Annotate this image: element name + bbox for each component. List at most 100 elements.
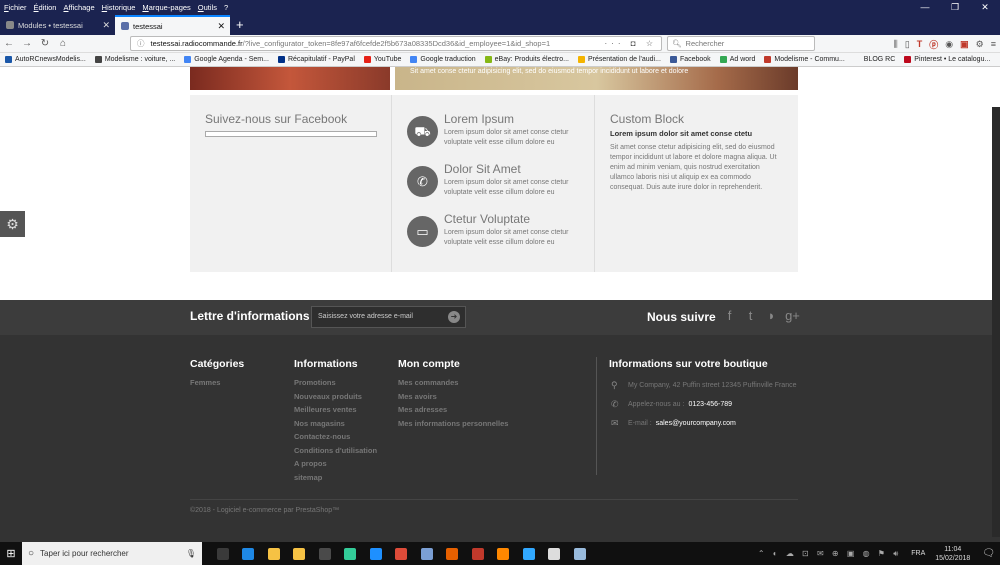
sidebar-icon[interactable]: ▯ (905, 39, 910, 50)
addon-icon[interactable]: ▣ (960, 39, 969, 50)
menu-item[interactable]: Édition (34, 3, 57, 12)
menu-icon[interactable]: ≡ (991, 39, 996, 49)
taskbar-app-icon[interactable] (236, 542, 262, 565)
rss-icon[interactable]: ◗ (761, 308, 782, 323)
newsletter-bar: Lettre d'informations Saisissez votre ad… (0, 300, 1000, 335)
bookmark-item[interactable]: YouTube (363, 56, 401, 63)
facebook-title: Suivez-nous sur Facebook (205, 112, 348, 126)
facebook-widget[interactable] (205, 131, 377, 137)
google-plus-icon[interactable]: g+ (782, 308, 803, 323)
language-indicator[interactable]: FRA (911, 550, 925, 557)
bookmark-item[interactable]: Facebook (669, 56, 711, 63)
bookmark-favicon-icon (904, 56, 912, 63)
taskbar-app-icon[interactable] (465, 542, 491, 565)
extension-t-icon[interactable]: T (917, 39, 923, 49)
footer-link[interactable]: Femmes (190, 376, 244, 390)
taskbar-app-icon[interactable] (440, 542, 466, 565)
microphone-icon[interactable]: 🎙︎ (186, 549, 196, 558)
newsletter-email-input[interactable]: Saisissez votre adresse e-mail ➜ (311, 306, 466, 328)
bookmark-item[interactable]: eBay: Produits électro... (484, 56, 569, 63)
footer-link[interactable]: A propos (294, 457, 377, 471)
taskbar-app-icon[interactable] (491, 542, 517, 565)
footer-link[interactable]: Nouveaux produits (294, 390, 377, 404)
footer-link[interactable]: Mes commandes (398, 376, 508, 390)
taskbar-app-icon[interactable] (414, 542, 440, 565)
tab-modules[interactable]: Modules • testessai ✕ (0, 15, 115, 35)
reload-icon[interactable]: ↻ (36, 38, 54, 49)
gear-icon[interactable]: ⚙ (0, 211, 25, 237)
url-bar[interactable]: ⓘ testessai.radiocommande.fr/?live_confi… (130, 36, 662, 51)
arrow-right-icon[interactable]: ➜ (448, 311, 460, 323)
page-actions-icon[interactable]: ··· ◘ ☆ (605, 39, 657, 48)
bookmark-item[interactable]: Google traduction (410, 56, 476, 63)
facebook-icon[interactable]: f (719, 308, 740, 323)
bookmark-item[interactable]: AutoRCnewsModelis... (5, 56, 86, 63)
bookmark-item[interactable]: Google Agenda - Sem... (184, 56, 269, 63)
taskbar-app-icon[interactable] (312, 542, 338, 565)
forward-icon[interactable]: → (18, 38, 36, 49)
taskbar-app-icon[interactable] (287, 542, 313, 565)
library-icon[interactable]: ⫼ (894, 39, 898, 50)
copyright[interactable]: ©2018 - Logiciel e-commerce par PrestaSh… (190, 507, 339, 514)
close-icon[interactable]: ✕ (970, 0, 1000, 15)
footer-link[interactable]: Mes informations personnelles (398, 417, 508, 431)
menu-item[interactable]: ? (224, 3, 228, 12)
back-icon[interactable]: ← (0, 38, 18, 49)
banner-image-left[interactable] (190, 67, 390, 90)
menu-item[interactable]: Historique (102, 3, 136, 12)
taskbar-app-icon[interactable] (363, 542, 389, 565)
taskbar-app-icon[interactable] (261, 542, 287, 565)
footer-link[interactable]: sitemap (294, 471, 377, 485)
footer-link[interactable]: Conditions d'utilisation (294, 444, 377, 458)
search-input[interactable]: 🔍︎ Rechercher (667, 36, 815, 51)
windows-start-icon[interactable]: ⊞ (0, 547, 22, 560)
taskbar-app-icon[interactable] (567, 542, 593, 565)
new-tab-button[interactable]: + (236, 15, 244, 35)
twitter-icon[interactable]: t (740, 308, 761, 323)
taskbar-app-icon[interactable] (516, 542, 542, 565)
notifications-icon[interactable]: 🗨︎ (982, 548, 995, 559)
tab-testessai[interactable]: testessai ✕ (115, 15, 230, 35)
footer-link[interactable]: Contactez-nous (294, 430, 377, 444)
taskbar-search-input[interactable]: ○ Taper ici pour rechercher 🎙︎ (22, 542, 202, 565)
sync-icon[interactable]: ◉ (945, 39, 953, 50)
scrollbar[interactable] (992, 107, 1000, 537)
pinterest-icon[interactable]: ⓟ (929, 38, 938, 51)
clock[interactable]: 11:04 15/02/2018 (935, 545, 970, 563)
bookmark-item[interactable]: BLOG RC (853, 56, 895, 63)
taskbar-app-icon[interactable] (210, 542, 236, 565)
close-tab-icon[interactable]: ✕ (102, 20, 110, 31)
bookmark-item[interactable]: Modelisme : voiture, ... (94, 56, 175, 63)
taskbar-app-icon[interactable] (338, 542, 364, 565)
home-icon[interactable]: ⌂ (54, 38, 72, 49)
banner-image-right[interactable]: Sit amet conse ctetur adipisicing elit, … (395, 67, 798, 90)
close-tab-icon[interactable]: ✕ (217, 21, 225, 32)
tray-icons[interactable]: ⌃ ◐ ☁ ⊡ ✉ ⊕ ▣ ◍ ⚑ 🔊︎ (758, 549, 901, 559)
bookmark-item[interactable]: Présentation de l'audi... (577, 56, 661, 63)
settings-icon[interactable]: ⚙ (976, 39, 984, 50)
bookmark-item[interactable]: Pinterest • Le catalogu... (904, 56, 990, 63)
bookmark-favicon-icon (184, 56, 192, 63)
taskbar-app-icon[interactable] (389, 542, 415, 565)
bookmark-item[interactable]: Récapitulatif - PayPal (277, 56, 355, 63)
footer-link[interactable]: Nos magasins (294, 417, 377, 431)
store-email-link[interactable]: sales@yourcompany.com (656, 420, 736, 427)
info-icon[interactable]: ⓘ (137, 38, 145, 49)
footer-link[interactable]: Mes adresses (398, 403, 508, 417)
store-address: ⚲ My Company, 42 Puffin street 12345 Puf… (611, 380, 797, 390)
footer-link[interactable]: Meilleures ventes (294, 403, 377, 417)
menu-item[interactable]: Fichier (4, 3, 27, 12)
menu-item[interactable]: Marque-pages (142, 3, 190, 12)
menu-item[interactable]: Outils (198, 3, 217, 12)
bookmark-item[interactable]: Modelisme - Commu... (764, 56, 845, 63)
site-icon (121, 22, 129, 30)
feature-item: ✆ Dolor Sit Amet Lorem ipsum dolor sit ame… (407, 162, 592, 204)
footer-link[interactable]: Promotions (294, 376, 377, 390)
footer-link[interactable]: Mes avoirs (398, 390, 508, 404)
taskbar-app-icon[interactable] (542, 542, 568, 565)
minimize-icon[interactable]: — (910, 0, 940, 15)
menu-item[interactable]: Affichage (63, 3, 94, 12)
bookmark-item[interactable]: Ad word (719, 56, 755, 63)
url-host: testessai.radiocommande.fr (150, 39, 243, 48)
maximize-icon[interactable]: ❐ (940, 0, 970, 15)
